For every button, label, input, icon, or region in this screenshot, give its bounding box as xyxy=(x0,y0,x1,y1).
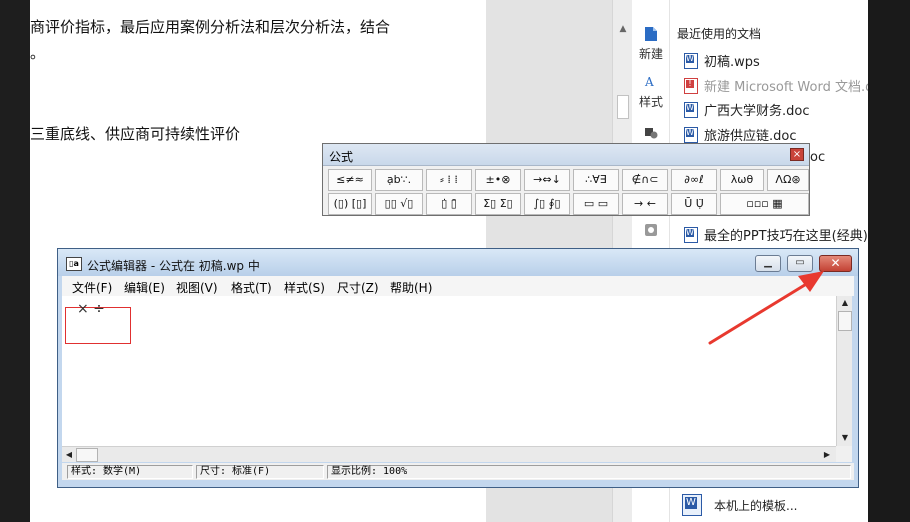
style-label: 样式 xyxy=(638,95,663,109)
recent-file-item[interactable]: 广西大学财务.doc xyxy=(684,100,810,119)
doc-file-icon xyxy=(684,127,698,143)
menu-format[interactable]: 格式(T) xyxy=(231,279,272,296)
formula-content[interactable]: × ÷ xyxy=(77,301,105,317)
scrollbar-corner xyxy=(836,446,852,462)
doc-file-icon xyxy=(684,227,698,243)
summation-templates-button[interactable]: Σ▯ Σ▯ xyxy=(475,193,521,215)
shapes-icon xyxy=(645,128,658,139)
document-text-line-3: 三重底线、供应商可持续性评价 xyxy=(30,125,241,143)
doc-file-icon xyxy=(684,102,698,118)
status-zoom: 显示比例: 100% xyxy=(327,465,851,479)
spaces-ellipses-button[interactable]: ạb∵. xyxy=(375,169,423,191)
menu-view[interactable]: 视图(V) xyxy=(176,279,218,296)
logical-symbols-button[interactable]: ∴∀∃ xyxy=(573,169,619,191)
recent-file-item[interactable]: oc xyxy=(810,150,825,165)
editor-vertical-scrollbar[interactable]: ▲ ▼ xyxy=(836,296,852,446)
minimize-button[interactable]: ▁ xyxy=(755,255,781,272)
maximize-button[interactable]: ▭ xyxy=(787,255,813,272)
labeled-arrow-templates-button[interactable]: → ← xyxy=(622,193,668,215)
fraction-radical-templates-button[interactable]: ▯▯ √▯ xyxy=(375,193,423,215)
scroll-thumb[interactable] xyxy=(617,95,629,119)
greek-uppercase-button[interactable]: ΛΩ⊛ xyxy=(767,169,809,191)
window-title: 公式编辑器 - 公式在 初稿.wp 中 xyxy=(87,259,260,273)
underbar-overbar-templates-button[interactable]: ▭ ▭ xyxy=(573,193,619,215)
shapes-button[interactable] xyxy=(632,124,670,143)
operator-symbols-button[interactable]: ±•⊗ xyxy=(475,169,521,191)
formula-toolbar: 公式 × ≤≠≈ ạb∵. ⸗ ⁞ ⁞ ±•⊗ →⇔↓ ∴∀∃ ∉∩⊂ ∂∞ℓ … xyxy=(322,143,810,216)
menu-file[interactable]: 文件(F) xyxy=(72,279,112,296)
products-set-templates-button[interactable]: Ū Ụ̈ xyxy=(671,193,717,215)
equation-editor-window: ▯a 公式编辑器 - 公式在 初稿.wp 中 ▁ ▭ ✕ 文件(F) 编辑(E)… xyxy=(57,248,859,488)
subscript-templates-button[interactable]: ▯̇ ▯̄ xyxy=(426,193,472,215)
relational-symbols-button[interactable]: ≤≠≈ xyxy=(328,169,372,191)
misc-symbols-button[interactable]: ∂∞ℓ xyxy=(671,169,717,191)
desktop-background xyxy=(868,0,910,522)
local-templates-label: 本机上的模板... xyxy=(714,499,798,513)
editor-horizontal-scrollbar[interactable]: ◀ ▶ xyxy=(62,446,836,462)
scroll-left-icon[interactable]: ◀ xyxy=(63,449,75,461)
menu-edit[interactable]: 编辑(E) xyxy=(124,279,165,296)
formula-toolbar-titlebar[interactable]: 公式 × xyxy=(323,144,809,166)
backup-button[interactable] xyxy=(632,222,670,241)
menu-style[interactable]: 样式(S) xyxy=(284,279,325,296)
formula-toolbar-title: 公式 xyxy=(329,150,354,164)
scroll-up-icon[interactable]: ▲ xyxy=(618,24,628,34)
recent-file-item[interactable]: 最全的PPT技巧在这里(经典).d xyxy=(684,225,880,244)
matrix-templates-button[interactable]: ▫▫▫ ▦ xyxy=(720,193,809,215)
document-text-line-2: 。 xyxy=(30,44,46,62)
scroll-right-icon[interactable]: ▶ xyxy=(821,449,833,461)
status-size: 尺寸: 标准(F) xyxy=(196,465,324,479)
menu-bar: 文件(F) 编辑(E) 视图(V) 格式(T) 样式(S) 尺寸(Z) 帮助(H… xyxy=(62,276,854,296)
equation-editor-titlebar[interactable]: ▯a 公式编辑器 - 公式在 初稿.wp 中 ▁ ▭ ✕ xyxy=(58,249,858,276)
status-bar: 样式: 数学(M) 尺寸: 标准(F) 显示比例: 100% xyxy=(62,463,854,480)
recent-file-item[interactable]: 旅游供应链.doc xyxy=(684,125,797,144)
missing-file-icon xyxy=(684,78,698,94)
style-button[interactable]: A 样式 xyxy=(632,74,670,110)
scroll-down-icon[interactable]: ▼ xyxy=(839,432,851,444)
backup-icon xyxy=(645,224,657,236)
new-document-label: 新建 xyxy=(638,47,663,61)
menu-size[interactable]: 尺寸(Z) xyxy=(337,279,379,296)
scroll-thumb[interactable] xyxy=(76,448,98,462)
embellishments-button[interactable]: ⸗ ⁞ ⁞ xyxy=(426,169,472,191)
scroll-up-icon[interactable]: ▲ xyxy=(839,297,851,309)
template-icon xyxy=(682,494,702,516)
scroll-thumb[interactable] xyxy=(838,311,852,331)
fence-templates-button[interactable]: (▯) [▯] xyxy=(328,193,372,215)
wps-file-icon xyxy=(684,53,698,69)
arrow-symbols-button[interactable]: →⇔↓ xyxy=(524,169,570,191)
style-icon: A xyxy=(644,75,654,89)
svg-text:A: A xyxy=(644,75,654,89)
new-document-button[interactable]: 新建 xyxy=(632,26,670,62)
integral-templates-button[interactable]: ∫▯ ∮▯ xyxy=(524,193,570,215)
set-theory-symbols-button[interactable]: ∉∩⊂ xyxy=(622,169,668,191)
equation-editor-app-icon: ▯a xyxy=(66,257,82,271)
recent-file-item[interactable]: 新建 Microsoft Word 文档.doc xyxy=(684,76,888,95)
menu-help[interactable]: 帮助(H) xyxy=(390,279,432,296)
status-style: 样式: 数学(M) xyxy=(67,465,193,479)
local-templates-button[interactable]: 本机上的模板... xyxy=(682,494,797,516)
recent-file-item[interactable]: 初稿.wps xyxy=(684,51,760,70)
close-button[interactable]: ✕ xyxy=(819,255,852,272)
equation-canvas[interactable]: × ÷ xyxy=(62,296,836,446)
close-icon[interactable]: × xyxy=(790,148,804,161)
new-doc-icon xyxy=(645,27,657,41)
document-text-line-1: 商评价指标，最后应用案例分析法和层次分析法，结合 xyxy=(30,18,391,36)
greek-lowercase-button[interactable]: λωθ xyxy=(720,169,764,191)
recent-documents-header: 最近使用的文档 xyxy=(677,27,762,41)
